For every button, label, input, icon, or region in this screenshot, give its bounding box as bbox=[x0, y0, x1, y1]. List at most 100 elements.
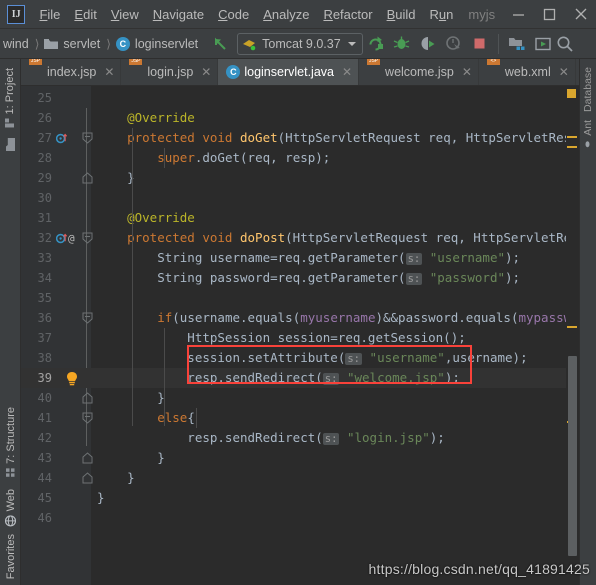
sidebar-folder-icon-wrap[interactable] bbox=[2, 133, 19, 152]
gutter-line: 31 bbox=[21, 208, 91, 228]
code-editor[interactable]: 25 26 27 28 29 30 31 32 @ 33 34 35 36 37… bbox=[21, 86, 579, 585]
breadcrumb-separator-2: ⟩ bbox=[106, 36, 111, 51]
sidebar-item-database[interactable]: Database bbox=[581, 63, 595, 116]
sidebar-item-favorites[interactable]: Favorites bbox=[3, 533, 19, 585]
parameter-hint: s: bbox=[405, 253, 423, 265]
gutter-line: 44 bbox=[21, 468, 92, 488]
gutter-line: 40 bbox=[21, 388, 92, 408]
debug-button[interactable] bbox=[389, 31, 415, 57]
annotation-icon[interactable]: @ bbox=[68, 233, 75, 244]
editor-scrollbar-markers[interactable] bbox=[566, 86, 579, 585]
menu-item-file[interactable]: File bbox=[32, 4, 67, 25]
menu-item-refactor[interactable]: Refactor bbox=[316, 4, 379, 25]
vertical-scrollbar-thumb[interactable] bbox=[568, 356, 577, 556]
change-marker bbox=[567, 136, 577, 138]
editor-tab-web-xml[interactable]: web.xml ✕ bbox=[479, 59, 576, 85]
sidebar-item-project[interactable]: 1: Project bbox=[2, 62, 18, 133]
intellij-window: IJ File Edit View Navigate Code Analyze … bbox=[0, 0, 596, 585]
profile-button[interactable] bbox=[441, 31, 467, 57]
class-icon: C bbox=[115, 36, 130, 51]
close-tab-icon[interactable]: ✕ bbox=[559, 65, 569, 79]
editor-tab-login-jsp[interactable]: login.jsp ✕ bbox=[121, 59, 219, 85]
intention-bulb-icon[interactable] bbox=[65, 371, 79, 386]
close-tab-icon[interactable]: ✕ bbox=[342, 65, 352, 79]
maximize-icon[interactable] bbox=[534, 0, 565, 28]
menu-item-code[interactable]: Code bbox=[211, 4, 256, 25]
parameter-hint: s: bbox=[322, 373, 340, 385]
toolbar-divider bbox=[497, 33, 499, 54]
line-number: 36 bbox=[37, 311, 52, 325]
gutter-line: 42 bbox=[21, 428, 91, 448]
code-line: HttpSession session=req.getSession(); bbox=[97, 330, 466, 345]
run-configuration-label: Tomcat 9.0.37 bbox=[262, 36, 341, 51]
back-arrow-icon[interactable] bbox=[207, 31, 233, 57]
run-configuration-selector[interactable]: Tomcat 9.0.37 bbox=[237, 32, 363, 55]
tomcat-icon bbox=[243, 39, 256, 50]
gutter-line: 29 bbox=[21, 168, 92, 188]
chevron-down-icon[interactable] bbox=[347, 41, 356, 46]
gutter-line: 36 bbox=[21, 308, 92, 328]
sidebar-item-structure[interactable]: 7: Structure bbox=[3, 401, 19, 483]
search-everywhere-button[interactable] bbox=[556, 31, 574, 57]
line-number: 34 bbox=[37, 271, 52, 285]
line-number: 33 bbox=[37, 251, 52, 265]
close-tab-icon[interactable]: ✕ bbox=[462, 65, 472, 79]
sidebar-item-web[interactable]: Web bbox=[3, 483, 19, 532]
line-number: 46 bbox=[37, 511, 52, 525]
sidebar-item-ant[interactable]: Ant bbox=[581, 116, 595, 153]
parameter-hint: s: bbox=[345, 353, 363, 365]
code-line: } bbox=[97, 450, 165, 465]
line-number: 28 bbox=[37, 151, 52, 165]
menu-item-run[interactable]: Run bbox=[423, 4, 461, 25]
editor-tab-loginservlet-java[interactable]: C loginservlet.java ✕ bbox=[218, 59, 360, 85]
xml-file-icon bbox=[487, 65, 500, 79]
java-class-icon: C bbox=[226, 65, 241, 79]
update-application-button[interactable] bbox=[530, 31, 556, 57]
change-marker bbox=[567, 326, 577, 328]
sidebar-item-structure-label: 7: Structure bbox=[4, 407, 17, 465]
gutter-line: 41 bbox=[21, 408, 92, 428]
editor-gutter[interactable]: 25 26 27 28 29 30 31 32 @ 33 34 35 36 37… bbox=[21, 86, 92, 585]
editor-tab-label: login.jsp bbox=[147, 65, 194, 79]
editor-tab-label: index.jsp bbox=[47, 65, 97, 79]
menu-item-build[interactable]: Build bbox=[380, 4, 423, 25]
code-text-area[interactable]: @Override protected void doGet(HttpServl… bbox=[91, 86, 566, 585]
rerun-button[interactable] bbox=[363, 31, 389, 57]
line-number: 41 bbox=[37, 411, 52, 425]
override-method-icon bbox=[56, 233, 67, 243]
stop-button[interactable] bbox=[467, 31, 493, 57]
run-with-coverage-button[interactable] bbox=[415, 31, 441, 57]
menu-item-view[interactable]: View bbox=[104, 4, 146, 25]
breadcrumb-item-project[interactable]: wind bbox=[2, 37, 30, 51]
line-number: 32 bbox=[37, 231, 52, 245]
line-number: 29 bbox=[37, 171, 52, 185]
parameter-hint: s: bbox=[322, 433, 340, 445]
minimize-icon[interactable] bbox=[503, 0, 534, 28]
editor-column: index.jsp ✕ login.jsp ✕ C loginservlet.j… bbox=[21, 59, 579, 585]
code-line: if(username.equals(myusername)&&password… bbox=[157, 310, 566, 325]
change-marker bbox=[567, 146, 577, 148]
editor-tab-welcome-jsp[interactable]: welcome.jsp ✕ bbox=[359, 59, 479, 85]
left-rail-top-group: 1: Project bbox=[2, 59, 19, 152]
code-line: super.doGet(req, resp); bbox=[157, 150, 331, 165]
editor-tab-index-jsp[interactable]: index.jsp ✕ bbox=[21, 59, 122, 85]
gutter-line: 32 @ bbox=[21, 228, 92, 248]
indent-guide bbox=[164, 328, 165, 426]
close-icon[interactable] bbox=[565, 0, 596, 28]
menu-item-navigate[interactable]: Navigate bbox=[146, 4, 211, 25]
open-project-structure-button[interactable] bbox=[504, 31, 530, 57]
close-tab-icon[interactable]: ✕ bbox=[104, 65, 114, 79]
menu-item-edit[interactable]: Edit bbox=[67, 4, 103, 25]
close-tab-icon[interactable]: ✕ bbox=[201, 65, 211, 79]
line-number: 27 bbox=[37, 131, 52, 145]
menu-item-analyze[interactable]: Analyze bbox=[256, 4, 316, 25]
line-number: 45 bbox=[37, 491, 52, 505]
breadcrumb-item-servlet[interactable]: servlet bbox=[62, 37, 101, 51]
code-line: } bbox=[97, 170, 135, 185]
line-number: 42 bbox=[37, 431, 52, 445]
breadcrumb-item-class[interactable]: loginservlet bbox=[134, 37, 199, 51]
inspection-status-icon[interactable] bbox=[567, 89, 576, 98]
